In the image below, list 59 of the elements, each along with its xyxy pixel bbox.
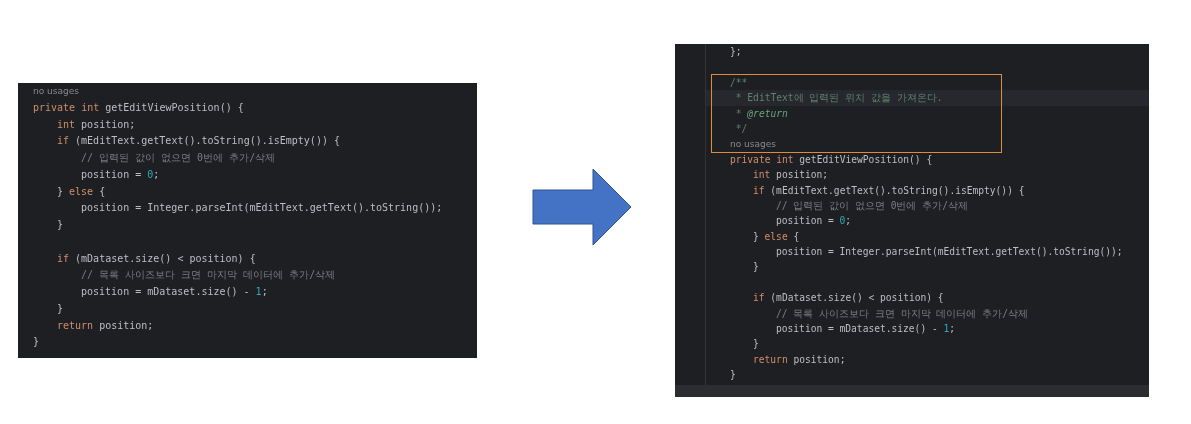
code-text: position = mDataset.size() - <box>81 286 251 297</box>
code-text: position; <box>81 118 136 130</box>
keyword: int <box>753 169 772 181</box>
number-literal: 0 <box>147 168 154 180</box>
code-text: } <box>57 302 64 314</box>
keyword: if <box>57 135 71 147</box>
keyword: else <box>764 230 789 242</box>
doc-tag: @return <box>747 107 788 119</box>
keyword: if <box>57 252 71 264</box>
code-text: position = Integer.parseInt(mEditText.getText().toString()); <box>81 202 443 214</box>
code-text: (mEditText.getText().toString().isEmpty()) { <box>75 135 340 147</box>
doc-comment: /** <box>730 76 748 88</box>
code-text: } <box>730 369 736 381</box>
keyword: private int <box>33 101 101 113</box>
number-literal: 0 <box>839 215 846 227</box>
code-text: position; <box>793 353 846 365</box>
keyword: private int <box>730 153 795 165</box>
code-text: } <box>753 338 759 350</box>
code-text: position; <box>776 169 829 181</box>
code-text: position = <box>776 215 835 227</box>
keyword: int <box>57 118 77 130</box>
keyword: else <box>69 185 95 197</box>
code-comment: // 목록 사이즈보다 크면 마지막 데이터에 추가/삭제 <box>81 269 336 281</box>
code-text: position = <box>81 168 143 180</box>
code-text: }; <box>730 46 742 57</box>
usage-hint: no usages <box>33 86 79 96</box>
code-text: position = Integer.parseInt(mEditText.getText().toString()); <box>776 246 1123 258</box>
code-text: getEditViewPosition() { <box>799 153 933 165</box>
code-text: (mDataset.size() < position) { <box>770 292 944 304</box>
code-text: { <box>99 185 106 197</box>
right-arrow-icon <box>532 168 632 246</box>
code-text: ; <box>949 323 956 335</box>
code-text: getEditViewPosition() { <box>105 101 244 113</box>
code-text: } <box>57 219 64 230</box>
code-text: } <box>753 230 760 242</box>
code-comment: // 입력된 값이 없으면 0번에 추가/삭제 <box>81 152 276 163</box>
code-comment: // 목록 사이즈보다 크면 마지막 데이터에 추가/삭제 <box>776 307 1028 319</box>
code-text: ; <box>153 168 160 180</box>
code-text: position = mDataset.size() - <box>776 323 939 335</box>
code-text: } <box>33 336 40 348</box>
keyword: return <box>57 319 95 331</box>
code-text: (mEditText.getText().toString().isEmpty()) { <box>770 184 1025 196</box>
code-text: } <box>753 261 759 273</box>
keyword: if <box>753 292 766 304</box>
code-text: { <box>793 230 800 242</box>
code-comment: // 입력된 값이 없으면 0번에 추가/삭제 <box>776 199 968 211</box>
code-text: (mDataset.size() < position) { <box>75 252 256 264</box>
code-text: ; <box>261 286 268 297</box>
doc-comment: * <box>734 107 743 119</box>
keyword: return <box>753 353 789 365</box>
code-text: ; <box>845 215 852 227</box>
number-literal: 1 <box>255 286 262 297</box>
code-text: position; <box>99 319 154 331</box>
doc-comment: * EditText에 입력된 위치 값을 가져온다. <box>734 92 943 104</box>
code-text: } <box>57 185 65 197</box>
usage-hint: no usages <box>730 139 776 150</box>
number-literal: 1 <box>943 323 950 335</box>
doc-comment: */ <box>734 122 748 134</box>
keyword: if <box>753 184 766 196</box>
